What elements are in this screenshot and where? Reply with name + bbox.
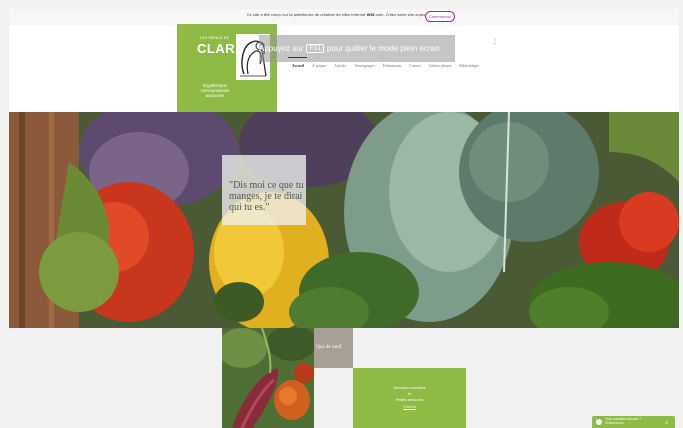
main-nav: Accueil À propos Articles Témoignages Év… — [288, 64, 483, 68]
nav-item-articles[interactable]: Articles — [330, 64, 350, 68]
news-panel-link-wrap: C'est ici — [353, 405, 466, 409]
chat-bubble-icon — [596, 419, 602, 425]
start-button[interactable]: Commencer — [425, 11, 455, 22]
more-menu-icon[interactable]: ⋮ — [492, 38, 498, 45]
hero-image — [9, 112, 679, 328]
close-icon[interactable]: ✕ — [665, 420, 668, 425]
logo-small-title: LES MENUS DE — [200, 36, 230, 40]
wix-banner: Ce site a été conçu sur la plateforme de… — [9, 9, 679, 26]
nav-item-bibliotheque[interactable]: Bibliothèque — [455, 64, 483, 68]
vegetables-photo — [222, 328, 314, 428]
logo-tagline: Ergothérapie communautaire autonome — [200, 83, 230, 99]
news-panel-link[interactable]: C'est ici — [403, 405, 415, 409]
nav-active-underline — [288, 57, 307, 58]
news-panel-line3: Petites annonces — [395, 398, 424, 402]
news-panel-line1: Décodeur nouvelles — [393, 386, 426, 390]
news-panel-line2: et — [408, 392, 411, 396]
f11-key: F11 — [306, 44, 325, 53]
nav-item-a-propos[interactable]: À propos — [308, 64, 330, 68]
chat-text: Vous souhaitez discuter ? Écrivez-nous — [605, 417, 642, 425]
nav-item-accueil[interactable]: Accueil — [288, 64, 308, 68]
qui-sommes-label[interactable]: Qui de neuf — [316, 344, 341, 350]
nav-item-galerie[interactable]: Galerie photos — [425, 64, 455, 68]
nav-item-contact[interactable]: Contact — [405, 64, 425, 68]
wix-banner-text: Ce site a été conçu sur la plateforme de… — [247, 13, 437, 17]
nav-item-evenements[interactable]: Événements — [379, 64, 406, 68]
hero-quote: "Dis moi ce que tu manges, je te dirai q… — [229, 180, 304, 213]
nav-item-temoignages[interactable]: Témoignages — [350, 64, 378, 68]
